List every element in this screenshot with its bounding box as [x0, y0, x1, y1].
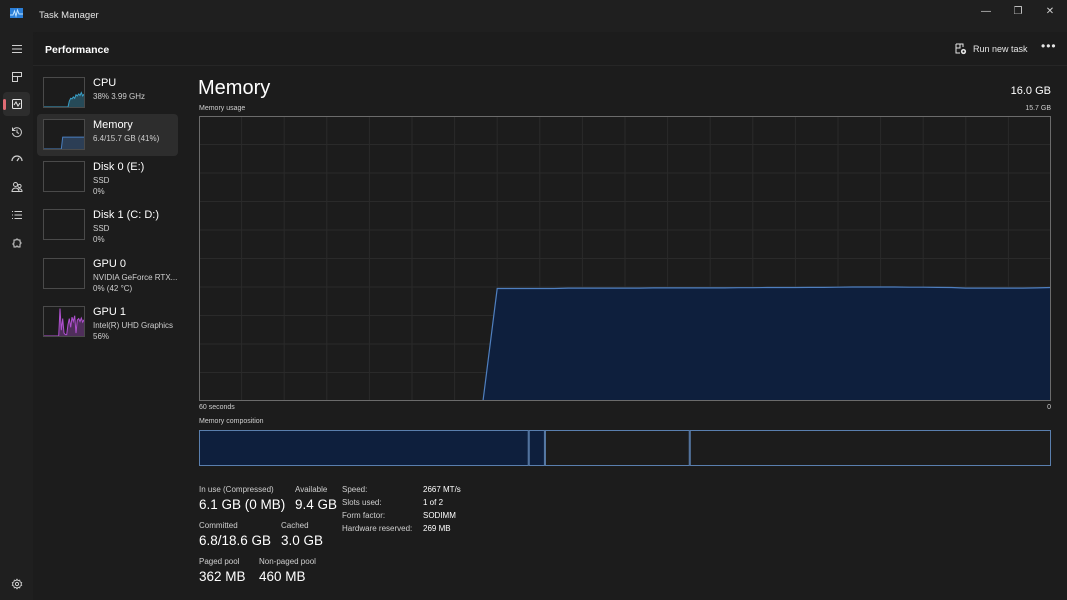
- resource-thumbnail-graph: [43, 258, 85, 289]
- gear-icon: [11, 578, 22, 590]
- nav-processes[interactable]: [3, 65, 30, 89]
- close-button[interactable]: ✕: [1034, 0, 1066, 22]
- memory-total: 16.0 GB: [1010, 85, 1051, 97]
- title-bar: Task Manager — ❐ ✕: [0, 0, 1067, 32]
- resource-item-gpu-1[interactable]: GPU 1 Intel(R) UHD Graphics 56%: [37, 301, 178, 343]
- nav-services[interactable]: [3, 231, 30, 255]
- thumbnail-area: [44, 137, 84, 149]
- nav-users[interactable]: [3, 175, 30, 199]
- puzzle-icon: [12, 238, 21, 248]
- resource-thumbnail-graph: [43, 209, 85, 240]
- slots-used-value: 1 of 2: [423, 498, 444, 507]
- available-label: Available: [295, 485, 328, 494]
- usage-chart-label: Memory usage: [199, 105, 246, 112]
- memory-composition-bar: [199, 430, 1051, 466]
- available-value: 9.4 GB: [295, 497, 338, 512]
- paged-pool-value: 362 MB: [199, 569, 246, 584]
- axis-time-end: 0: [1047, 404, 1051, 411]
- processes-icon: [11, 72, 22, 82]
- resource-detail: SSD: [93, 176, 110, 185]
- resource-detail: NVIDIA GeForce RTX...: [93, 273, 178, 282]
- page-header: Performance Run new task •••: [33, 32, 1067, 66]
- resource-usage: 0% (42 °C): [93, 284, 133, 293]
- slots-used-label: Slots used:: [342, 498, 382, 507]
- composition-label: Memory composition: [199, 418, 264, 425]
- composition-segment-free[interactable]: [689, 430, 1051, 466]
- resource-detail: SSD: [93, 224, 110, 233]
- resource-name: Disk 1 (C: D:): [93, 209, 159, 221]
- more-options-button[interactable]: •••: [1041, 39, 1057, 53]
- speedometer-icon: [10, 155, 23, 162]
- axis-time-start: 60 seconds: [199, 404, 235, 411]
- minimize-button[interactable]: —: [970, 0, 1002, 22]
- resource-item-cpu[interactable]: CPU 38% 3.99 GHz: [37, 72, 178, 114]
- resource-item-disk-1-c-d[interactable]: Disk 1 (C: D:) SSD 0%: [37, 204, 178, 246]
- form-factor-label: Form factor:: [342, 511, 386, 520]
- in-use-label: In use (Compressed): [199, 485, 274, 494]
- nav-performance[interactable]: [3, 92, 30, 116]
- resource-detail: 6.4/15.7 GB (41%): [93, 134, 160, 143]
- run-new-task-button[interactable]: Run new task: [955, 41, 1028, 57]
- users-icon: [10, 182, 22, 192]
- cached-label: Cached: [281, 521, 309, 530]
- resource-item-memory[interactable]: Memory 6.4/15.7 GB (41%): [37, 114, 178, 156]
- resource-thumbnail-graph: [43, 119, 85, 150]
- resource-name: Disk 0 (E:): [93, 161, 145, 173]
- resource-thumbnail-graph: [43, 77, 85, 108]
- task-manager-logo-icon: [10, 8, 23, 18]
- nav-app-history[interactable]: [3, 120, 30, 144]
- hardware-reserved-label: Hardware reserved:: [342, 524, 413, 533]
- performance-icon: [11, 99, 22, 109]
- nonpaged-pool-label: Non-paged pool: [259, 557, 316, 566]
- resource-item-disk-0-e[interactable]: Disk 0 (E:) SSD 0%: [37, 156, 178, 198]
- committed-value: 6.8/18.6 GB: [199, 533, 272, 548]
- resource-usage: 0%: [93, 235, 105, 244]
- committed-label: Committed: [199, 521, 238, 530]
- resource-name: Memory: [93, 119, 133, 131]
- speed-label: Speed:: [342, 485, 368, 494]
- resource-thumbnail-graph: [43, 161, 85, 192]
- window-title: Task Manager: [39, 10, 99, 21]
- nav-settings[interactable]: [3, 572, 30, 596]
- resource-name: GPU 1: [93, 306, 127, 318]
- hamburger-icon: [11, 45, 22, 53]
- nonpaged-pool-value: 460 MB: [259, 569, 306, 584]
- composition-segment-standby[interactable]: [544, 430, 690, 466]
- memory-usage-area: [483, 287, 1051, 401]
- speed-value: 2667 MT/s: [423, 485, 461, 494]
- list-icon: [11, 211, 22, 219]
- composition-segment-modified[interactable]: [528, 430, 545, 466]
- history-icon: [11, 127, 22, 138]
- run-task-icon: [955, 43, 967, 55]
- memory-usage-chart: [199, 116, 1051, 401]
- page-title: Performance: [45, 44, 110, 56]
- resource-detail: Intel(R) UHD Graphics: [93, 321, 174, 330]
- in-use-value: 6.1 GB (0 MB): [199, 497, 286, 512]
- nav-rail: [0, 32, 33, 600]
- restore-icon: ❐: [1013, 5, 1023, 17]
- usage-chart-max: 15.7 GB: [1025, 105, 1051, 112]
- resource-item-gpu-0[interactable]: GPU 0 NVIDIA GeForce RTX... 0% (42 °C): [37, 253, 178, 295]
- nav-menu-button[interactable]: [3, 37, 30, 61]
- paged-pool-label: Paged pool: [199, 557, 240, 566]
- minimize-icon: —: [981, 5, 991, 17]
- resource-thumbnail-graph: [43, 306, 85, 337]
- resource-title: Memory: [198, 77, 271, 99]
- run-new-task-label: Run new task: [973, 44, 1028, 54]
- resource-detail: 38% 3.99 GHz: [93, 92, 146, 101]
- composition-segment-in-use[interactable]: [199, 430, 529, 466]
- nav-details[interactable]: [3, 203, 30, 227]
- hardware-reserved-value: 269 MB: [423, 524, 451, 533]
- nav-startup-apps[interactable]: [3, 147, 30, 171]
- resource-name: CPU: [93, 77, 117, 89]
- content-area: Performance Run new task ••• CPU 38% 3.99…: [33, 32, 1067, 600]
- resource-usage: 0%: [93, 187, 105, 196]
- resource-usage: 56%: [93, 332, 110, 341]
- close-icon: ✕: [1045, 5, 1055, 17]
- resource-name: GPU 0: [93, 258, 127, 270]
- cached-value: 3.0 GB: [281, 533, 324, 548]
- maximize-button[interactable]: ❐: [1002, 0, 1034, 22]
- form-factor-value: SODIMM: [423, 511, 456, 520]
